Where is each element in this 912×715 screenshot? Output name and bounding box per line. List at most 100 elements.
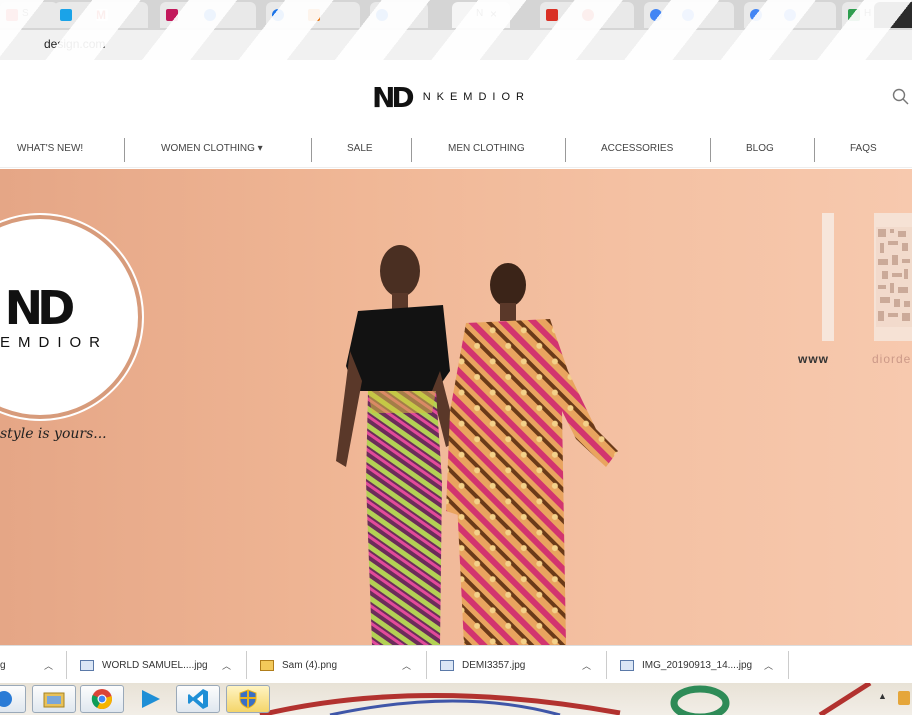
- gmail-icon: M: [96, 8, 108, 22]
- tray-up-arrow-icon[interactable]: ▲: [878, 691, 887, 701]
- tab-favicon-icon: [204, 9, 216, 21]
- new-tab-area[interactable]: [874, 2, 912, 28]
- nav-divider: [565, 138, 566, 162]
- tab-favicon-icon: [582, 9, 594, 21]
- internet-explorer-icon: [0, 691, 12, 707]
- tab-favicon-icon: [272, 9, 284, 21]
- image-file-icon: [440, 659, 454, 671]
- tab-favicon-icon: [166, 9, 178, 21]
- browser-tab-active[interactable]: N ×: [452, 2, 510, 28]
- shield-icon: [239, 689, 257, 709]
- hero-banner-strip: [822, 213, 834, 341]
- browser-tab[interactable]: [676, 2, 734, 28]
- download-filename: DEMI3357.jpg: [462, 659, 526, 671]
- browser-tab[interactable]: [576, 2, 634, 28]
- browser-tab[interactable]: S: [0, 2, 58, 28]
- nav-faqs[interactable]: FAQS: [850, 143, 877, 154]
- tab-close-icon[interactable]: ×: [490, 7, 497, 21]
- download-divider: [246, 651, 247, 679]
- qr-code-icon: [874, 213, 912, 341]
- taskbar-chrome-button[interactable]: [80, 685, 124, 713]
- hero-monogram: ND: [4, 281, 76, 335]
- tab-title: N: [476, 8, 484, 19]
- chrome-icon: [682, 9, 694, 21]
- chrome-icon: [750, 9, 762, 21]
- taskbar-explorer-button[interactable]: [32, 685, 76, 713]
- tab-favicon-icon: [546, 9, 558, 21]
- folder-icon: [43, 692, 65, 708]
- download-filename: Sam (4).png: [282, 659, 338, 671]
- nav-blog[interactable]: BLOG: [746, 143, 774, 154]
- nav-whats-new[interactable]: WHAT'S NEW!: [17, 143, 83, 154]
- hero-tagline: style is yours...: [0, 426, 107, 442]
- download-item[interactable]: DEMI3357.jpg ︿: [440, 646, 604, 684]
- browser-tab[interactable]: [302, 2, 360, 28]
- tab-favicon-icon: [376, 9, 388, 21]
- hero-website-domain: diorde: [872, 352, 912, 366]
- nav-men-clothing[interactable]: MEN CLOTHING: [448, 143, 525, 154]
- download-divider: [66, 651, 67, 679]
- logo-monogram: ND: [372, 80, 415, 114]
- nav-accessories[interactable]: ACCESSORIES: [601, 143, 673, 154]
- nav-women-clothing[interactable]: WOMEN CLOTHING ▾: [161, 143, 263, 154]
- download-filename: IMG_20190913_14....jpg: [642, 659, 753, 671]
- browser-tab[interactable]: M: [90, 2, 148, 28]
- nav-sale[interactable]: SALE: [347, 143, 373, 154]
- download-divider: [788, 651, 789, 679]
- nav-divider: [710, 138, 711, 162]
- download-item[interactable]: WORLD SAMUEL....jpg ︿: [80, 646, 244, 684]
- chevron-up-icon[interactable]: ︿: [582, 659, 591, 672]
- search-icon[interactable]: [892, 88, 910, 106]
- tab-title: S: [22, 8, 29, 19]
- taskbar-media-button[interactable]: [128, 685, 172, 713]
- tray-app-icon[interactable]: [898, 691, 910, 705]
- main-nav: WHAT'S NEW! WOMEN CLOTHING ▾ SALE MEN CL…: [0, 132, 912, 168]
- chevron-up-icon[interactable]: ︿: [764, 659, 773, 672]
- hero-banner[interactable]: ND EMDIOR style is yours... www diorde: [0, 169, 912, 645]
- download-item[interactable]: Sam (4).png ︿: [260, 646, 424, 684]
- image-file-icon: [80, 659, 94, 671]
- download-item[interactable]: g ︿: [0, 646, 64, 684]
- site-header: ND NKEMDIOR: [0, 62, 912, 132]
- play-icon: [142, 690, 160, 708]
- site-logo[interactable]: ND NKEMDIOR: [372, 80, 530, 114]
- download-item[interactable]: IMG_20190913_14....jpg ︿: [620, 646, 786, 684]
- nav-divider: [411, 138, 412, 162]
- tab-favicon-icon: [848, 9, 860, 21]
- chrome-icon: [784, 9, 796, 21]
- browser-tab[interactable]: [198, 2, 256, 28]
- os-taskbar: ▲: [0, 683, 912, 715]
- browser-tab[interactable]: [370, 2, 428, 28]
- browser-tab-strip: S M N × H: [0, 0, 912, 30]
- taskbar-ie-button[interactable]: [0, 685, 26, 713]
- model-photo-right: [446, 263, 618, 645]
- hero-wordmark: EMDIOR: [0, 334, 108, 351]
- nav-divider: [124, 138, 125, 162]
- hero-website-prefix: www: [798, 352, 830, 366]
- address-bar[interactable]: design.com: [0, 30, 912, 60]
- tab-favicon-icon: [6, 9, 18, 21]
- image-file-icon: [620, 659, 634, 671]
- tab-favicon-icon: [60, 9, 72, 21]
- taskbar-vscode-button[interactable]: [176, 685, 220, 713]
- chevron-up-icon[interactable]: ︿: [44, 659, 53, 672]
- chrome-icon: [91, 689, 112, 710]
- taskbar-security-button[interactable]: [226, 685, 270, 713]
- nav-divider: [814, 138, 815, 162]
- tab-favicon-icon: [308, 9, 320, 21]
- download-divider: [606, 651, 607, 679]
- download-divider: [426, 651, 427, 679]
- png-file-icon: [260, 659, 274, 671]
- download-filename: g: [0, 659, 6, 671]
- download-filename: WORLD SAMUEL....jpg: [102, 659, 208, 671]
- chevron-up-icon[interactable]: ︿: [402, 659, 411, 672]
- browser-tab[interactable]: [778, 2, 836, 28]
- downloads-bar: g ︿ WORLD SAMUEL....jpg ︿ Sam (4).png ︿ …: [0, 645, 912, 683]
- chevron-up-icon[interactable]: ︿: [222, 659, 231, 672]
- vscode-icon: [188, 689, 208, 709]
- tab-favicon-icon: [650, 9, 662, 21]
- logo-wordmark: NKEMDIOR: [422, 91, 530, 103]
- tab-title: H: [864, 8, 872, 19]
- url-text[interactable]: design.com: [44, 37, 105, 51]
- nav-divider: [311, 138, 312, 162]
